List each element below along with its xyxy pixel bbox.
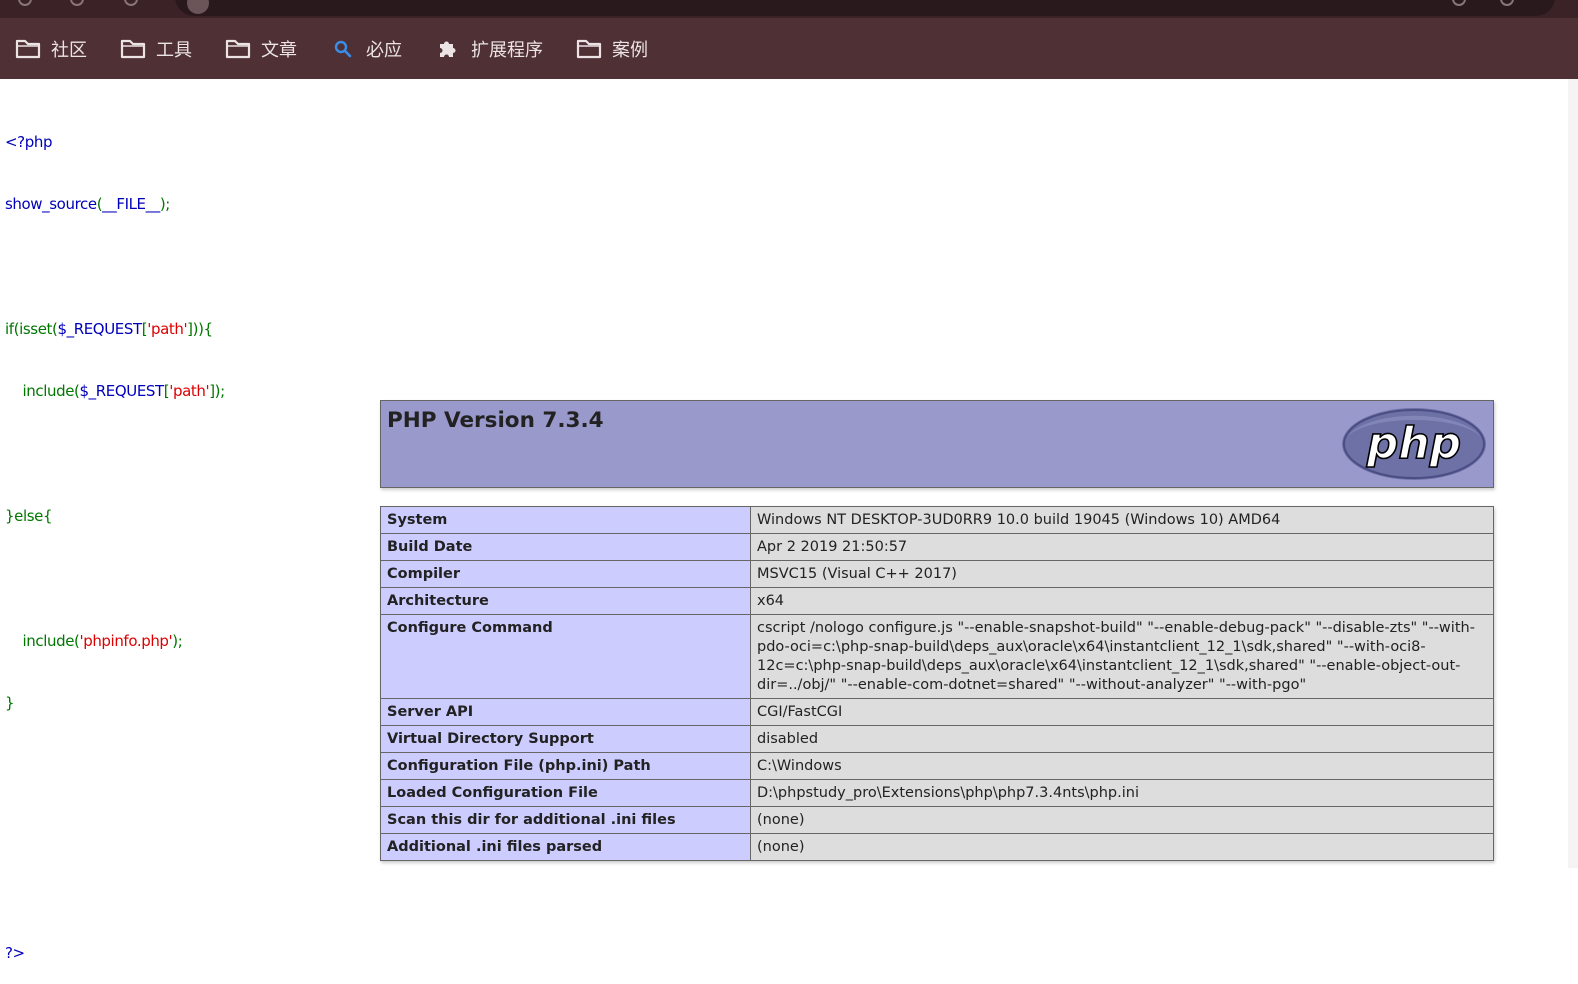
code-token: ); (159, 194, 171, 213)
code-token: $_REQUEST (79, 382, 164, 401)
reload-icon[interactable] (124, 0, 138, 6)
code-token: ])){ (187, 319, 213, 338)
scrollbar[interactable] (1568, 79, 1578, 868)
bookmark-tools[interactable]: 工具 (110, 31, 202, 67)
info-key: Server API (380, 698, 751, 726)
info-key: Loaded Configuration File (380, 779, 751, 807)
bookmark-bing[interactable]: 必应 (320, 31, 412, 67)
info-value: Windows NT DESKTOP-3UD0RR9 10.0 build 19… (750, 506, 1494, 534)
phpinfo-section: PHP Version 7.3.4 php System Windows NT D… (380, 400, 1494, 861)
info-value: CGI/FastCGI (750, 698, 1494, 726)
table-row: Virtual Directory Support disabled (380, 725, 1494, 753)
info-value: (none) (750, 806, 1494, 834)
code-line-5: include($_REQUEST['path']); (5, 381, 225, 402)
info-value: x64 (750, 587, 1494, 615)
info-key: System (380, 506, 751, 534)
table-row: Configuration File (php.ini) Path C:\Wind… (380, 752, 1494, 780)
folder-icon (15, 38, 41, 60)
info-value: MSVC15 (Visual C++ 2017) (750, 560, 1494, 588)
bookmark-articles[interactable]: 文章 (215, 31, 307, 67)
bookmark-community[interactable]: 社区 (5, 31, 97, 67)
code-line-7: }else{ (5, 506, 225, 527)
code-token: __FILE__ (102, 194, 160, 213)
browser-top-strip (0, 0, 1578, 18)
bookmarks-bar: 社区 工具 文章 必应 扩展程序 案例 (0, 18, 1578, 79)
bookmark-label: 社区 (51, 39, 87, 60)
php-source-code: <?php show_source(__FILE__); if(isset($_… (5, 90, 225, 984)
code-token: 'path' (147, 319, 188, 338)
php-close-tag: ?> (5, 943, 25, 962)
code-token: ); (172, 631, 183, 650)
php-open-tag: <?php (5, 132, 53, 151)
table-row: Additional .ini files parsed (none) (380, 833, 1494, 861)
bookmark-cases[interactable]: 案例 (566, 31, 658, 67)
info-key: Virtual Directory Support (380, 725, 751, 753)
info-key: Compiler (380, 560, 751, 588)
info-value: (none) (750, 833, 1494, 861)
code-token: show_source (5, 194, 97, 213)
table-row: Scan this dir for additional .ini files(… (380, 806, 1494, 834)
code-line-2: show_source(__FILE__); (5, 194, 225, 215)
code-token: include( (22, 631, 80, 650)
bookmark-label: 案例 (612, 39, 648, 60)
code-token: include( (22, 382, 80, 401)
code-token: if(isset( (5, 319, 58, 338)
folder-icon (225, 38, 251, 60)
info-value: Apr 2 2019 21:50:57 (750, 533, 1494, 561)
phpinfo-header: PHP Version 7.3.4 php (380, 400, 1494, 488)
bookmark-label: 扩展程序 (471, 39, 543, 60)
info-key: Build Date (380, 533, 751, 561)
table-row: Build Date Apr 2 2019 21:50:57 (380, 533, 1494, 561)
php-logo-text: php (1366, 418, 1461, 469)
back-icon[interactable] (18, 0, 32, 6)
bookmark-label: 文章 (261, 39, 297, 60)
info-key: Configure Command (380, 614, 751, 699)
bookmark-label: 必应 (366, 39, 402, 60)
info-value: cscript /nologo configure.js "--enable-s… (750, 614, 1494, 699)
phpinfo-table: System Windows NT DESKTOP-3UD0RR9 10.0 bu… (380, 506, 1494, 861)
info-value: C:\Windows (750, 752, 1494, 780)
code-line-9: include('phpinfo.php'); (5, 631, 225, 652)
table-row: Server API CGI/FastCGI (380, 698, 1494, 726)
info-value: D:\phpstudy_pro\Extensions\php\php7.3.4n… (750, 779, 1494, 807)
bing-search-icon (330, 38, 356, 60)
code-token: } (5, 694, 15, 713)
info-key: Configuration File (php.ini) Path (380, 752, 751, 780)
code-line-1: <?php (5, 132, 225, 153)
info-key: Additional .ini files parsed (380, 833, 751, 861)
bookmark-extensions[interactable]: 扩展程序 (425, 31, 553, 67)
puzzle-icon (435, 38, 461, 60)
table-row: Architecture x64 (380, 587, 1494, 615)
code-token: ]); (209, 382, 225, 401)
code-token: 'phpinfo.php' (79, 631, 173, 650)
info-key: Scan this dir for additional .ini files (380, 806, 751, 834)
bookmark-label: 工具 (156, 39, 192, 60)
php-version-title: PHP Version 7.3.4 (387, 408, 604, 433)
table-row: Configure Command cscript /nologo configu… (380, 614, 1494, 699)
code-token: }else{ (5, 506, 53, 525)
info-key: Architecture (380, 587, 751, 615)
folder-icon (576, 38, 602, 60)
code-line-14: ?> (5, 943, 225, 964)
table-row: Compiler MSVC15 (Visual C++ 2017) (380, 560, 1494, 588)
code-line-4: if(isset($_REQUEST['path'])){ (5, 319, 225, 340)
code-line-10: } (5, 693, 225, 714)
address-bar[interactable] (175, 0, 1555, 16)
forward-icon[interactable] (70, 0, 84, 6)
code-token: $_REQUEST (57, 319, 142, 338)
table-row: System Windows NT DESKTOP-3UD0RR9 10.0 bu… (380, 506, 1494, 534)
php-logo[interactable]: php (1341, 407, 1487, 485)
table-row: Loaded Configuration File D:\phpstudy_pro… (380, 779, 1494, 807)
folder-icon (120, 38, 146, 60)
info-value: disabled (750, 725, 1494, 753)
code-token: 'path' (169, 382, 210, 401)
